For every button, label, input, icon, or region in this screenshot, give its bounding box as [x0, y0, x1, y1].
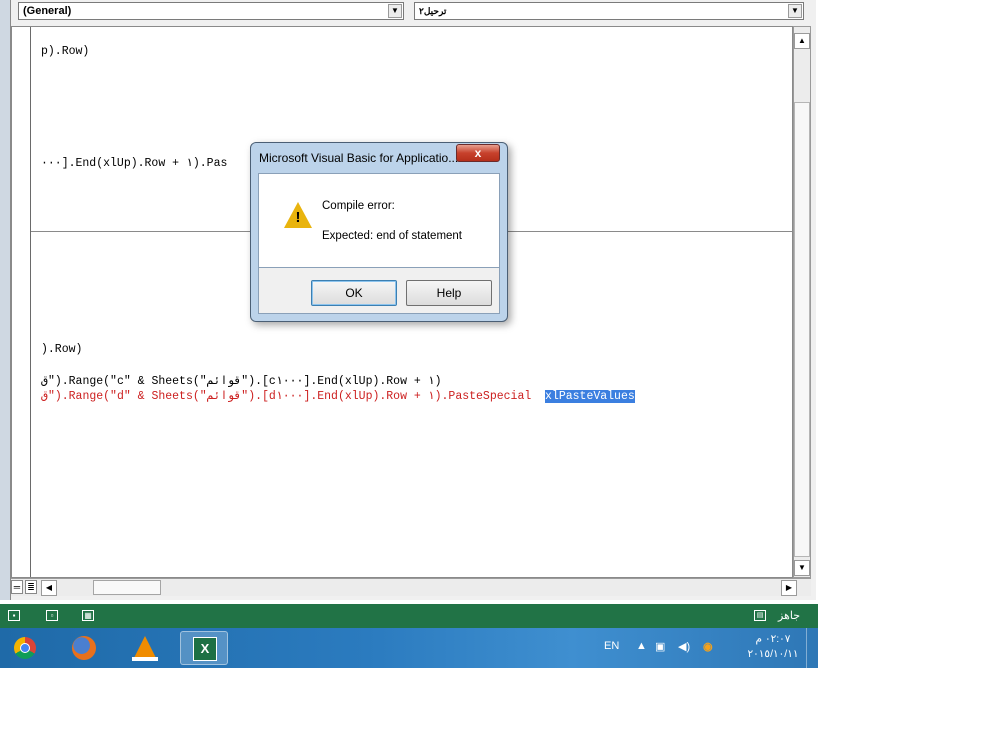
chevron-down-icon[interactable]: ▼	[388, 4, 402, 18]
margin-indicator-bar[interactable]	[12, 27, 31, 577]
object-combo[interactable]: (General) ▼	[18, 2, 404, 20]
procedure-combo[interactable]: ترحيل٢ ▼	[414, 2, 804, 20]
system-clock[interactable]: ٠٢:٠٧ م ٢٠١٥/١٠/١١	[742, 632, 804, 662]
full-module-view-icon[interactable]: ≣	[25, 580, 37, 594]
procedure-combo-value: ترحيل٢	[419, 6, 447, 16]
error-title: Compile error:	[322, 200, 395, 212]
notification-app-icon[interactable]: ◉	[703, 640, 713, 653]
ok-button[interactable]: OK	[311, 280, 397, 306]
macro-record-icon[interactable]: ▤	[754, 610, 766, 621]
vlc-icon	[134, 636, 156, 658]
chevron-down-icon[interactable]: ▼	[788, 4, 802, 18]
dialog-title: Microsoft Visual Basic for Applicatio...	[259, 151, 459, 165]
code-line[interactable]: ).Row)	[41, 343, 82, 356]
scroll-thumb[interactable]	[794, 102, 810, 557]
language-indicator[interactable]: EN	[604, 640, 619, 652]
scroll-up-button[interactable]: ▲	[794, 33, 810, 49]
page-layout-icon[interactable]: ▫	[46, 610, 58, 621]
show-desktop-button[interactable]	[806, 628, 819, 668]
show-hidden-icons-icon[interactable]: ▲	[636, 640, 647, 652]
compile-error-dialog: Microsoft Visual Basic for Applicatio...…	[250, 142, 508, 322]
network-icon[interactable]: ▣	[655, 640, 665, 653]
close-button[interactable]: x	[456, 144, 500, 162]
chrome-icon	[14, 637, 36, 659]
page-break-icon[interactable]: ▦	[82, 610, 94, 621]
horizontal-scroll-thumb[interactable]	[93, 580, 161, 595]
object-combo-value: (General)	[23, 5, 72, 17]
horizontal-scrollbar[interactable]: ═ ≣ ◀ ▶	[11, 578, 811, 596]
clock-date: ٢٠١٥/١٠/١١	[747, 648, 799, 660]
excel-status-bar: ▪ ▫ ▦ ▤ جاهز	[0, 604, 818, 628]
excel-taskbar-button[interactable]: X	[180, 631, 228, 665]
error-code-line[interactable]: ق").Range("d" & Sheets("قوائم").[d١···].…	[41, 388, 635, 403]
status-ready-text: جاهز	[777, 610, 800, 622]
code-line[interactable]: ق").Range("c" & Sheets("قوائم").[c١···].…	[41, 373, 442, 388]
normal-view-icon[interactable]: ▪	[8, 610, 20, 621]
dialog-body: ! Compile error: Expected: end of statem…	[258, 173, 500, 268]
firefox-taskbar-button[interactable]	[60, 631, 108, 665]
vlc-taskbar-button[interactable]	[120, 631, 168, 665]
firefox-icon	[72, 636, 96, 660]
selected-code-text[interactable]: xlPasteValues	[545, 390, 635, 403]
chrome-taskbar-button[interactable]	[0, 631, 48, 665]
scroll-left-button[interactable]: ◀	[41, 580, 57, 596]
help-button[interactable]: Help	[406, 280, 492, 306]
scroll-down-button[interactable]: ▼	[794, 560, 810, 576]
dialog-footer: OK Help	[258, 268, 500, 314]
vertical-scrollbar[interactable]: ▲ ▼	[793, 26, 811, 578]
procedure-view-icon[interactable]: ═	[11, 580, 23, 594]
scroll-right-button[interactable]: ▶	[781, 580, 797, 596]
code-line[interactable]: ···].End(xlUp).Row + ١).Pas	[41, 155, 227, 170]
volume-icon[interactable]: ◀)	[678, 640, 690, 653]
windows-taskbar: X EN ▲ ▣ ◀) ◉ ٠٢:٠٧ م ٢٠١٥/١٠/١١	[0, 628, 818, 668]
error-detail: Expected: end of statement	[322, 230, 463, 242]
project-pane-edge	[0, 0, 11, 600]
code-line[interactable]: p).Row)	[41, 45, 89, 58]
code-text: ق").Range("d" & Sheets("قوائم").[d١···].…	[41, 390, 546, 403]
clock-time: ٠٢:٠٧ م	[755, 633, 791, 645]
excel-icon: X	[193, 637, 217, 661]
